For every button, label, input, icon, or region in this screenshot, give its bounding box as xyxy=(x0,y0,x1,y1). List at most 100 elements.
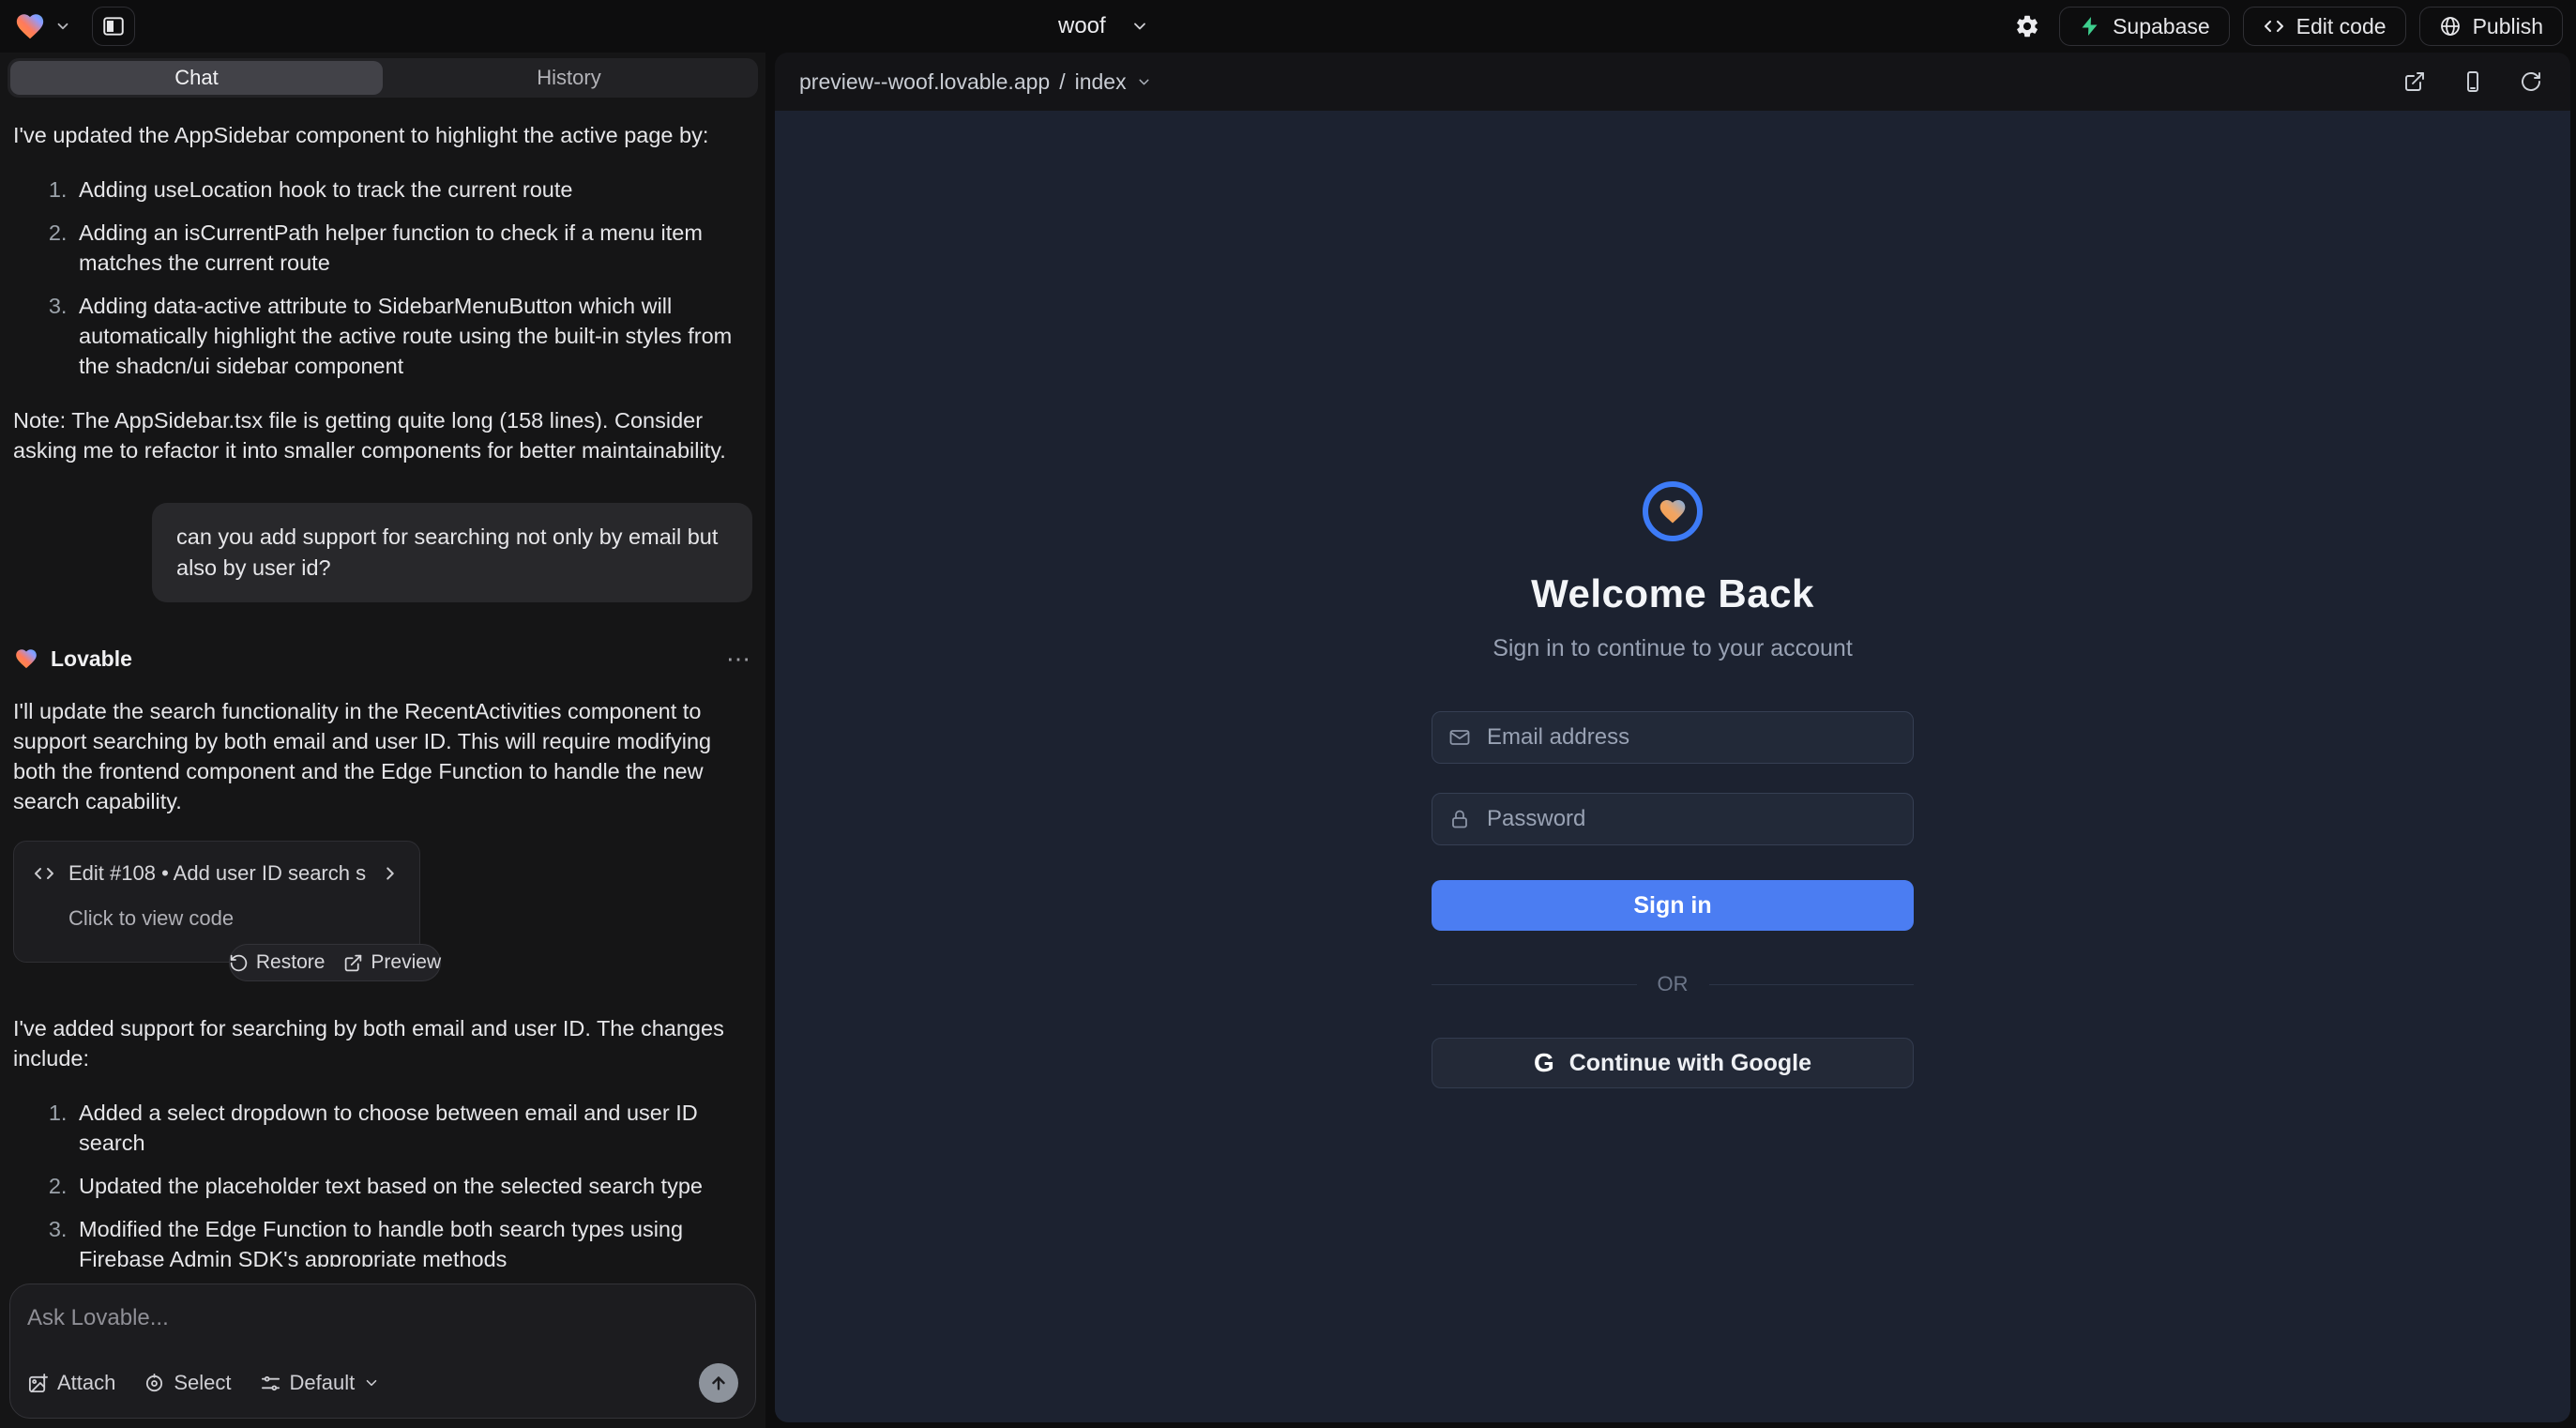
preview-url-host: preview--woof.lovable.app xyxy=(799,69,1050,95)
preview-label: Preview xyxy=(371,951,441,974)
lovable-logo[interactable] xyxy=(13,10,71,42)
list-item: Adding data-active attribute to SidebarM… xyxy=(73,291,752,381)
chevron-down-icon xyxy=(363,1375,380,1391)
or-label: OR xyxy=(1658,972,1689,996)
mode-default-button[interactable]: Default xyxy=(260,1371,381,1395)
project-title-menu[interactable]: woof xyxy=(1058,0,1149,53)
list-item: Modified the Edge Function to handle bot… xyxy=(73,1214,752,1267)
lovable-heart-icon xyxy=(13,10,47,42)
or-divider: OR xyxy=(1432,972,1914,996)
chat-panel: Chat History I've updated the AppSidebar… xyxy=(0,53,765,1428)
edit-code-label: Edit code xyxy=(2296,14,2387,39)
password-field[interactable] xyxy=(1432,793,1914,845)
code-icon xyxy=(2263,15,2285,38)
login-subtitle: Sign in to continue to your account xyxy=(1493,635,1853,662)
assistant-message-intro-2: I'll update the search functionality in … xyxy=(13,696,752,816)
preview-url-separator: / xyxy=(1059,69,1065,95)
divider-line xyxy=(1432,984,1637,985)
target-icon xyxy=(144,1373,165,1394)
globe-icon xyxy=(2439,15,2462,38)
chat-composer[interactable]: Attach Select Default xyxy=(9,1284,756,1419)
toggle-sidebar-button[interactable] xyxy=(92,7,135,46)
attach-button[interactable]: Attach xyxy=(27,1371,115,1395)
edit-card-subtitle: Click to view code xyxy=(68,904,401,934)
panel-left-icon xyxy=(101,14,126,38)
edit-code-button[interactable]: Edit code xyxy=(2243,7,2406,46)
restore-icon xyxy=(229,953,249,973)
user-message-row: can you add support for searching not on… xyxy=(13,503,752,602)
google-label: Continue with Google xyxy=(1569,1050,1811,1077)
preview-header: preview--woof.lovable.app / index xyxy=(775,53,2570,111)
refresh-icon xyxy=(2520,70,2542,93)
lovable-heart-icon xyxy=(13,646,39,671)
chevron-down-icon xyxy=(54,18,71,35)
list-item: Updated the placeholder text based on th… xyxy=(73,1171,752,1201)
assistant-summary: I've added support for searching by both… xyxy=(13,1013,752,1073)
divider-line xyxy=(1709,984,1915,985)
assistant-list-2: Added a select dropdown to choose betwee… xyxy=(13,1098,752,1267)
edit-card-title: Edit #108 • Add user ID search supp... xyxy=(68,858,367,889)
mode-label: Default xyxy=(290,1371,356,1395)
list-item: Adding an isCurrentPath helper function … xyxy=(73,218,752,278)
google-g-icon: G xyxy=(1534,1048,1554,1078)
assistant-note-1: Note: The AppSidebar.tsx file is getting… xyxy=(13,405,752,465)
preview-header-actions xyxy=(2400,67,2546,97)
project-title: woof xyxy=(1058,13,1106,39)
user-message-bubble: can you add support for searching not on… xyxy=(152,503,752,602)
list-item: Added a select dropdown to choose betwee… xyxy=(73,1098,752,1158)
supabase-label: Supabase xyxy=(2113,14,2210,39)
select-element-button[interactable]: Select xyxy=(144,1371,231,1395)
preview-button[interactable]: Preview xyxy=(343,951,441,974)
open-in-new-tab-button[interactable] xyxy=(2400,67,2430,97)
settings-button[interactable] xyxy=(2008,8,2046,45)
supabase-bolt-icon xyxy=(2079,15,2101,38)
send-button[interactable] xyxy=(699,1363,738,1403)
publish-button[interactable]: Publish xyxy=(2419,7,2563,46)
sign-in-button[interactable]: Sign in xyxy=(1432,880,1914,931)
lovable-app: woof Supabase Edit code xyxy=(0,0,2576,1428)
assistant-list-1: Adding useLocation hook to track the cur… xyxy=(13,175,752,381)
tab-history[interactable]: History xyxy=(383,61,755,95)
mail-icon xyxy=(1448,726,1471,749)
assistant-name: Lovable xyxy=(51,644,132,674)
list-item: Adding useLocation hook to track the cur… xyxy=(73,175,752,205)
refresh-button[interactable] xyxy=(2516,67,2546,97)
attach-label: Attach xyxy=(57,1371,115,1395)
google-sign-in-button[interactable]: G Continue with Google xyxy=(1432,1038,1914,1088)
tab-chat[interactable]: Chat xyxy=(10,61,383,95)
chat-input[interactable] xyxy=(27,1305,738,1331)
topbar-actions: Supabase Edit code Publish xyxy=(2008,7,2563,46)
image-plus-icon xyxy=(27,1373,49,1394)
chat-history-tabs: Chat History xyxy=(8,58,758,98)
password-field-wrap xyxy=(1432,793,1914,845)
app-logo xyxy=(1643,481,1703,541)
smartphone-icon xyxy=(2462,70,2484,93)
external-link-icon xyxy=(2403,70,2426,93)
chat-messages[interactable]: I've updated the AppSidebar component to… xyxy=(0,98,765,1267)
publish-label: Publish xyxy=(2473,14,2543,39)
sliders-icon xyxy=(260,1373,281,1394)
message-menu-button[interactable]: ⋯ xyxy=(726,645,752,674)
mobile-view-button[interactable] xyxy=(2458,67,2488,97)
chevron-down-icon xyxy=(1136,74,1152,90)
email-field[interactable] xyxy=(1432,711,1914,764)
supabase-button[interactable]: Supabase xyxy=(2059,7,2230,46)
composer-actions: Attach Select Default xyxy=(27,1363,738,1403)
preview-url-page: index xyxy=(1075,69,1127,95)
top-bar: woof Supabase Edit code xyxy=(0,0,2576,53)
preview-url-selector[interactable]: preview--woof.lovable.app / index xyxy=(799,69,1152,95)
email-field-wrap xyxy=(1432,711,1914,764)
restore-label: Restore xyxy=(256,951,326,974)
arrow-up-icon xyxy=(708,1373,729,1393)
gear-icon xyxy=(2014,13,2040,39)
chevron-down-icon xyxy=(1130,17,1149,36)
restore-button[interactable]: Restore xyxy=(229,951,326,974)
external-link-icon xyxy=(343,953,363,973)
chevron-right-icon xyxy=(380,863,401,884)
preview-panel: preview--woof.lovable.app / index xyxy=(775,53,2570,1422)
lock-icon xyxy=(1448,808,1471,830)
code-icon xyxy=(33,862,55,885)
select-label: Select xyxy=(174,1371,231,1395)
login-title: Welcome Back xyxy=(1531,571,1814,616)
lovable-heart-icon xyxy=(1657,496,1689,526)
